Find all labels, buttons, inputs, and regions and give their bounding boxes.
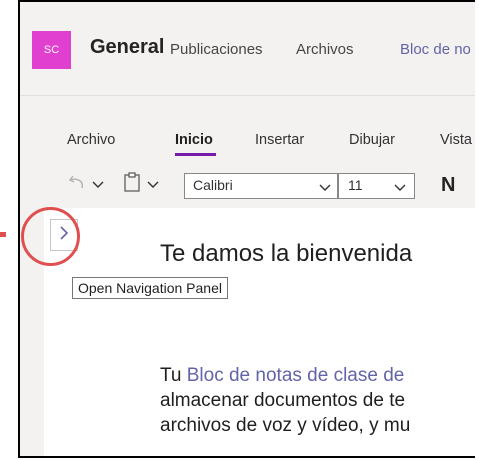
channel-header: SC General Publicaciones Archivos Bloc d… [20,2,475,95]
navigation-tooltip: Open Navigation Panel [72,277,228,299]
clipboard-dropdown-icon[interactable] [147,178,159,192]
body-line-3: archivos de voz y vídeo, y mu [160,415,411,436]
arrow-pointer-icon [0,232,6,237]
ribbon-tab-dibujar[interactable]: Dibujar [349,132,395,148]
bold-button[interactable]: N [441,174,455,197]
ribbon-tab-vista[interactable]: Vista [440,132,472,148]
navigation-strip [20,208,44,456]
team-avatar[interactable]: SC [32,31,71,69]
font-name-select[interactable]: Calibri [184,173,338,199]
active-tab-indicator [175,153,216,156]
clipboard-icon[interactable] [123,171,141,198]
body-line-2: almacenar documentos de te [160,390,406,411]
body-line-1: Tu Bloc de notas de clase de [160,363,410,388]
page-title: Te damos la bienvenida [160,240,413,267]
font-size-select[interactable]: 11 [338,173,415,199]
undo-dropdown-icon[interactable] [92,178,104,192]
channel-name: General [90,36,165,58]
tab-archivos[interactable]: Archivos [296,41,354,58]
tab-bloc-de-notas[interactable]: Bloc de no [400,41,471,58]
ribbon-tab-archivo[interactable]: Archivo [67,132,115,148]
chevron-down-icon [394,181,406,195]
tab-publicaciones[interactable]: Publicaciones [170,41,263,58]
open-navigation-button[interactable] [50,219,78,251]
chevron-right-icon [59,225,69,245]
undo-icon[interactable] [68,172,88,197]
teams-window: SC General Publicaciones Archivos Bloc d… [18,0,475,458]
body-prefix: Tu [160,365,187,386]
page-body: Tu Bloc de notas de clase de almacenar d… [160,363,410,438]
font-size-value: 11 [348,177,363,193]
ribbon-tab-inicio[interactable]: Inicio [175,132,213,148]
class-notebook-link[interactable]: Bloc de notas de clase de [187,365,405,386]
ribbon-tabs: Archivo Inicio Insertar Dibujar Vista [20,96,475,160]
font-name-value: Calibri [193,177,233,193]
ribbon-tab-insertar[interactable]: Insertar [255,132,304,148]
chevron-down-icon [319,181,331,195]
